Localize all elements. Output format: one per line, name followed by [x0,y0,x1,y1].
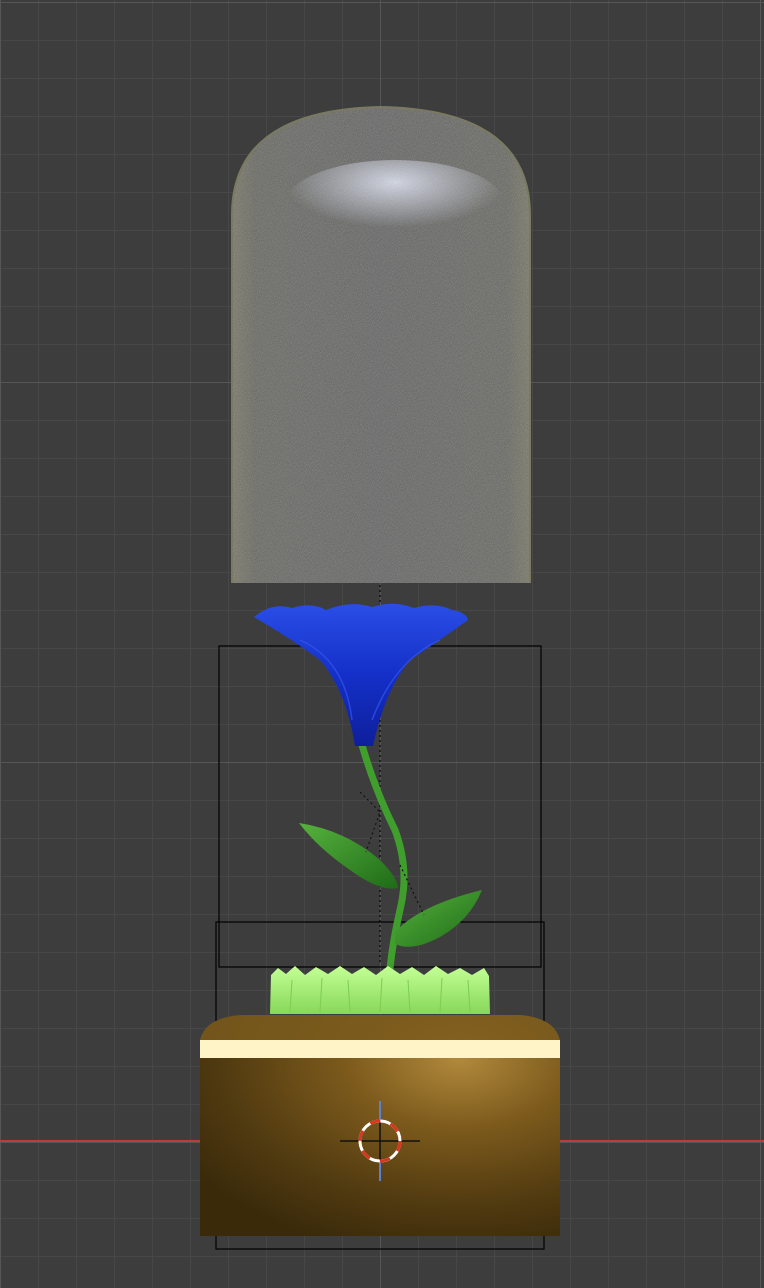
pot-rim [200,1040,560,1058]
flower-icon[interactable] [254,603,468,746]
3d-viewport[interactable] [0,0,764,1288]
leaf-icon[interactable] [299,823,482,947]
glass-dome-icon[interactable] [231,105,531,583]
scene-canvas[interactable] [0,0,764,1288]
grass-icon[interactable] [270,966,490,1014]
